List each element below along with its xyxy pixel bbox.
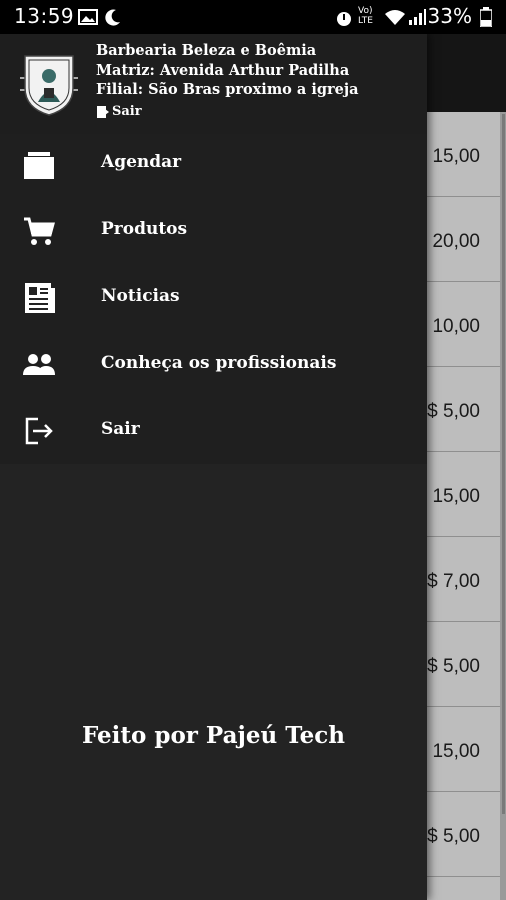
status-bar: 13:59 Vo) LTE 33% (0, 0, 506, 34)
scrollbar[interactable] (502, 114, 505, 814)
people-icon (23, 354, 55, 375)
menu-item-noticias[interactable]: Noticias (0, 268, 427, 328)
navigation-drawer: Barbearia Beleza e Boêmia Matriz: Avenid… (0, 34, 427, 900)
address-filial: Filial: São Bras proximo a igreja (96, 81, 359, 98)
drawer-header: Barbearia Beleza e Boêmia Matriz: Avenid… (0, 34, 427, 134)
battery-text: 33% (427, 4, 472, 28)
cart-icon (24, 217, 55, 245)
menu-item-profissionais[interactable]: Conheça os profissionais (0, 335, 427, 395)
shop-name: Barbearia Beleza e Boêmia (96, 42, 317, 59)
barbershop-logo (20, 55, 78, 116)
menu-item-agendar[interactable]: Agendar (0, 134, 427, 194)
menu-item-produtos[interactable]: Produtos (0, 201, 427, 261)
wifi-icon (385, 10, 405, 25)
menu-label: Produtos (101, 219, 188, 239)
image-icon (78, 9, 98, 25)
menu-label: Sair (101, 419, 140, 439)
moon-icon (105, 9, 120, 26)
logout-small-icon (97, 105, 109, 118)
header-sair-link[interactable]: Sair (96, 104, 142, 119)
battery-icon (480, 7, 492, 27)
calendar-icon (24, 152, 54, 179)
footer-credit: Feito por Pajeú Tech (81, 722, 346, 749)
logout-icon (25, 417, 53, 445)
header-sair-label: Sair (112, 104, 142, 119)
menu-label: Agendar (101, 152, 182, 172)
signal-icon (409, 9, 426, 25)
drawer-menu: Agendar Produtos Noticias Conheça os pro… (0, 134, 427, 464)
newspaper-icon (25, 283, 55, 313)
menu-label: Conheça os profissionais (101, 353, 337, 373)
address-matriz: Matriz: Avenida Arthur Padilha (96, 62, 350, 79)
menu-item-sair[interactable]: Sair (0, 401, 427, 461)
status-time: 13:59 (14, 4, 75, 28)
volte-icon: Vo) LTE (358, 6, 373, 26)
alarm-icon (337, 12, 351, 26)
menu-label: Noticias (101, 286, 180, 306)
